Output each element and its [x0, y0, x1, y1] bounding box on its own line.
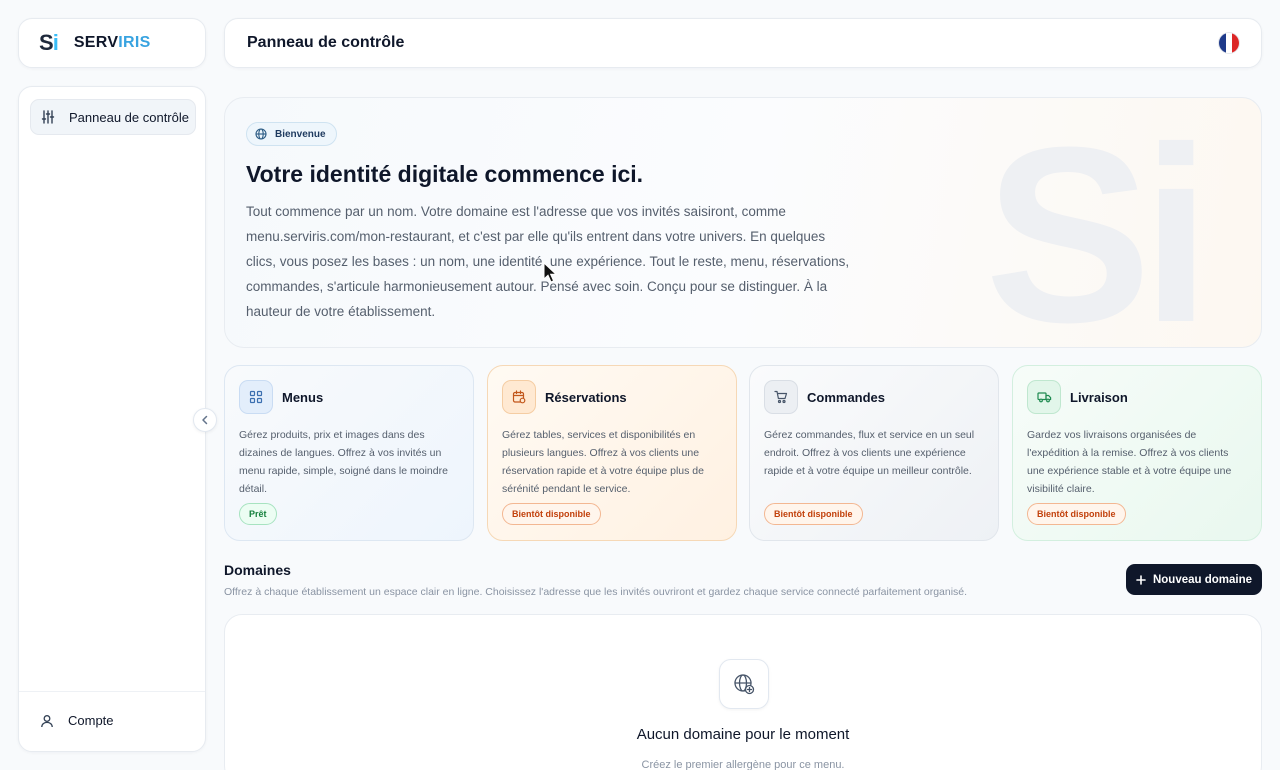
card-title: Réservations — [545, 389, 627, 405]
logo-mark-s: S — [39, 30, 54, 55]
cart-icon — [764, 380, 798, 414]
user-icon — [41, 714, 53, 727]
welcome-hero: Si Bienvenue Votre identité digitale com… — [224, 97, 1262, 348]
sidebar: Panneau de contrôle Compte — [18, 86, 206, 752]
logo-mark: Si — [39, 30, 59, 56]
brand-name: SERVIRIS — [74, 34, 151, 52]
grid-icon — [239, 380, 273, 414]
top-bar: Panneau de contrôle — [224, 18, 1262, 68]
sliders-icon — [41, 110, 55, 124]
sidebar-account-label: Compte — [68, 713, 114, 728]
sidebar-divider — [19, 691, 205, 692]
new-domain-button[interactable]: Nouveau domaine — [1126, 564, 1262, 595]
brand-logo[interactable]: Si SERVIRIS — [18, 18, 206, 68]
card-description: Gardez vos livraisons organisées de l'ex… — [1027, 429, 1232, 495]
empty-state-subtitle: Créez le premier allergène pour ce menu. — [641, 759, 845, 770]
sidebar-item-label: Panneau de contrôle — [69, 109, 189, 125]
feature-card-reservations[interactable]: Réservations Gérez tables, services et d… — [487, 365, 737, 541]
sidebar-item-dashboard[interactable]: Panneau de contrôle — [30, 99, 196, 135]
logo-mark-i: i — [52, 30, 59, 55]
status-badge: Bientôt disponible — [1027, 503, 1126, 525]
sidebar-collapse-button[interactable] — [193, 408, 217, 432]
welcome-badge: Bienvenue — [246, 122, 337, 146]
card-title: Livraison — [1070, 389, 1128, 405]
card-description: Gérez tables, services et disponibilités… — [502, 429, 704, 495]
brand-name-part-2: IRIS — [118, 34, 151, 51]
card-title: Commandes — [807, 389, 886, 405]
welcome-badge-label: Bienvenue — [275, 128, 326, 140]
status-badge: Prêt — [239, 503, 277, 525]
globe-icon — [255, 128, 267, 140]
feature-card-orders[interactable]: Commandes Gérez commandes, flux et servi… — [749, 365, 999, 541]
sidebar-item-account[interactable]: Compte — [40, 713, 114, 728]
status-badge: Bientôt disponible — [502, 503, 601, 525]
card-description: Gérez produits, prix et images dans des … — [239, 429, 448, 495]
truck-icon — [1027, 380, 1061, 414]
status-badge: Bientôt disponible — [764, 503, 863, 525]
card-title: Menus — [282, 389, 324, 405]
page-title: Panneau de contrôle — [247, 34, 405, 51]
brand-name-part-1: SERV — [73, 34, 119, 51]
globe-plus-icon — [719, 659, 769, 709]
hero-title: Votre identité digitale commence ici. — [246, 161, 644, 187]
domains-empty-state: Aucun domaine pour le moment Créez le pr… — [224, 614, 1262, 770]
empty-state-title: Aucun domaine pour le moment — [636, 726, 850, 743]
chevron-left-icon — [202, 415, 208, 425]
feature-card-menus[interactable]: Menus Gérez produits, prix et images dan… — [224, 365, 474, 541]
hero-watermark-logo: Si — [984, 97, 1211, 348]
card-description: Gérez commandes, flux et service en un s… — [764, 429, 975, 477]
new-domain-button-label: Nouveau domaine — [1152, 573, 1253, 586]
domains-title: Domaines — [224, 562, 291, 578]
feature-card-delivery[interactable]: Livraison Gardez vos livraisons organisé… — [1012, 365, 1262, 541]
plus-icon — [1136, 574, 1146, 585]
fr-flag-icon[interactable] — [1219, 33, 1239, 53]
mouse-cursor-icon — [543, 262, 557, 283]
domains-subtitle: Offrez à chaque établissement un espace … — [224, 586, 968, 598]
calendar-icon — [502, 380, 536, 414]
